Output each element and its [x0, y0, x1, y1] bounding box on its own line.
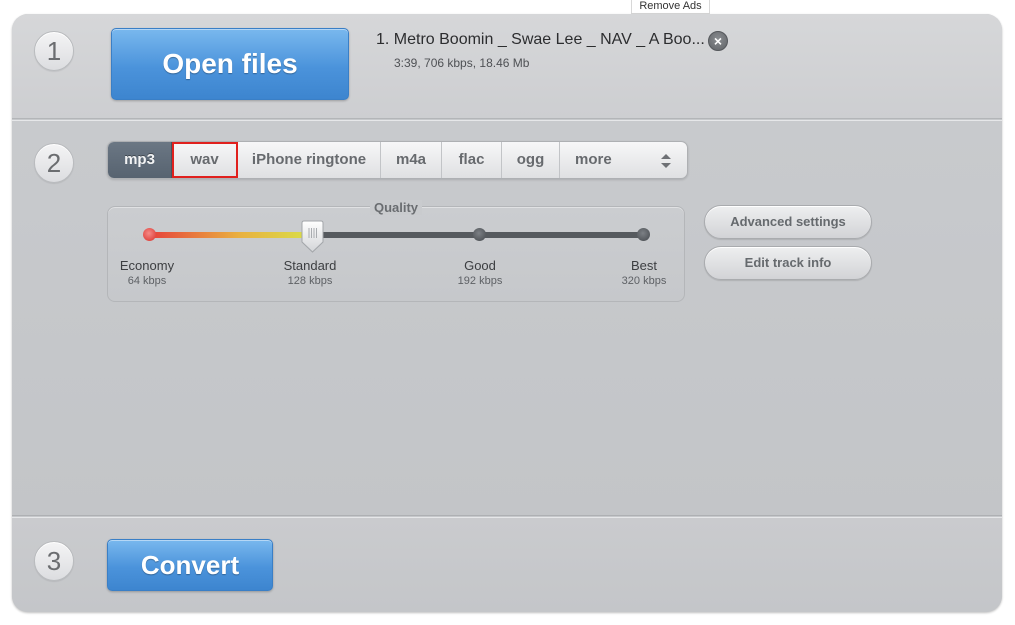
quality-level-good: Good 192 kbps — [457, 258, 503, 287]
file-meta: 3:39, 706 kbps, 18.46 Mb — [394, 56, 530, 70]
step-number-1: 1 — [34, 31, 74, 71]
step-3-section: 3 Convert — [12, 517, 1002, 612]
quality-level-standard: Standard 128 kbps — [283, 258, 337, 287]
step-number-2: 2 — [34, 143, 74, 183]
quality-stop-best[interactable] — [637, 228, 650, 241]
open-files-button[interactable]: Open files — [111, 28, 349, 100]
advanced-settings-button[interactable]: Advanced settings — [704, 205, 872, 239]
step-1-section: 1 Open files 1. Metro Boomin _ Swae Lee … — [12, 14, 1002, 119]
quality-level-best: Best 320 kbps — [621, 258, 667, 287]
quality-title: Quality — [108, 200, 684, 215]
format-iphone-ringtone[interactable]: iPhone ringtone — [238, 142, 381, 178]
edit-track-info-button[interactable]: Edit track info — [704, 246, 872, 280]
quality-slider-box: Quality Economy 64 kbps Standard 128 kbp… — [107, 200, 685, 302]
quality-slider-track[interactable] — [149, 232, 643, 238]
format-m4a[interactable]: m4a — [381, 142, 442, 178]
up-down-arrows-icon — [661, 154, 671, 168]
format-flac[interactable]: flac — [442, 142, 502, 178]
format-wav[interactable]: wav — [172, 142, 238, 178]
quality-slider-thumb[interactable] — [301, 220, 324, 253]
format-more[interactable]: more — [560, 142, 687, 178]
quality-level-economy: Economy 64 kbps — [119, 258, 175, 287]
quality-slider-fill — [149, 232, 312, 238]
file-title: 1. Metro Boomin _ Swae Lee _ NAV _ A Boo… — [376, 31, 705, 48]
remove-ads-link[interactable]: Remove Ads — [631, 0, 710, 14]
format-mp3[interactable]: mp3 — [108, 142, 172, 178]
step-2-section: 2 mp3 wav iPhone ringtone m4a flac ogg m… — [12, 120, 1002, 516]
close-circle-icon[interactable]: × — [708, 31, 728, 51]
convert-button[interactable]: Convert — [107, 539, 273, 591]
step-number-3: 3 — [34, 541, 74, 581]
format-ogg[interactable]: ogg — [502, 142, 560, 178]
quality-stop-good[interactable] — [473, 228, 486, 241]
format-selector: mp3 wav iPhone ringtone m4a flac ogg mor… — [107, 141, 688, 179]
format-more-label: more — [575, 151, 612, 168]
quality-stop-economy[interactable] — [143, 228, 156, 241]
converter-panel: 1 Open files 1. Metro Boomin _ Swae Lee … — [12, 14, 1002, 612]
